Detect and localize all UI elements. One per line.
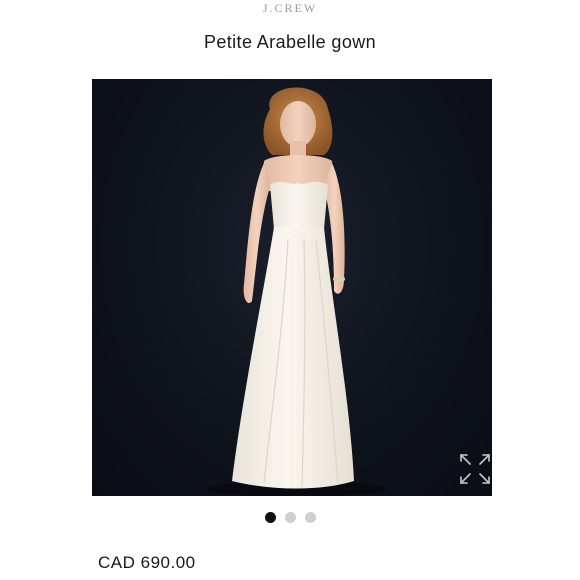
brand-logo-text: J.CREW: [262, 1, 318, 15]
expand-arrows-glyph: [460, 454, 490, 484]
gown-model-illustration: [207, 87, 387, 496]
product-photo[interactable]: [92, 79, 492, 496]
carousel-dot-1[interactable]: [264, 512, 276, 523]
carousel-pagination: [0, 512, 580, 523]
product-price: CAD 690.00: [98, 553, 196, 572]
carousel-dot-2[interactable]: [284, 512, 296, 523]
expand-arrows-icon[interactable]: [458, 452, 492, 486]
carousel-dot-3[interactable]: [304, 512, 316, 523]
product-title: Petite Arabelle gown: [203, 32, 377, 52]
